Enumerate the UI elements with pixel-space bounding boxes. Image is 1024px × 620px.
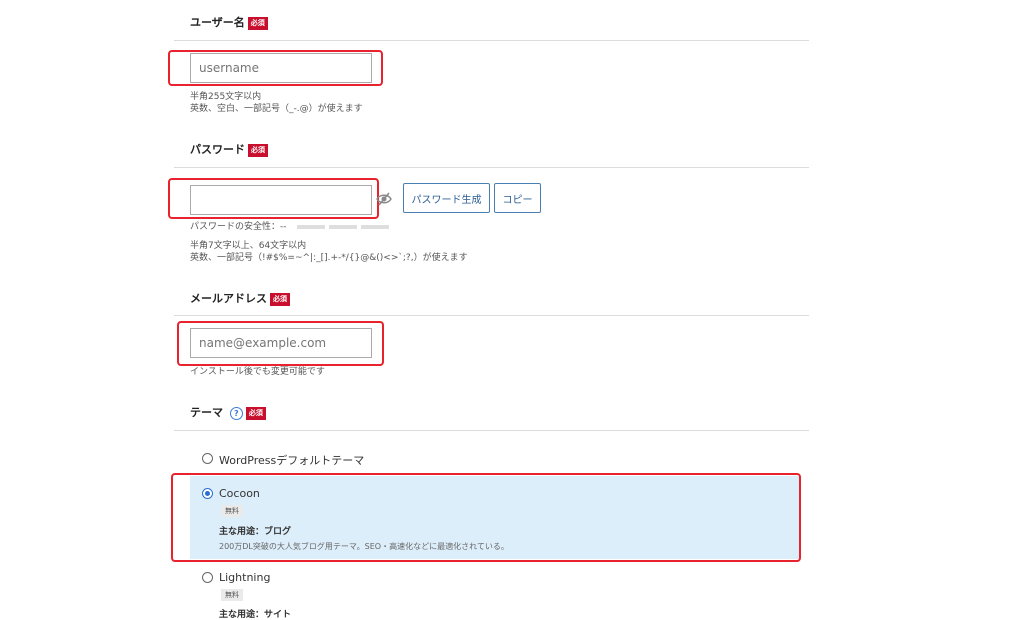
- theme-radio-cocoon[interactable]: [202, 488, 213, 499]
- divider: [174, 430, 809, 431]
- strength-bar: [297, 225, 325, 229]
- theme-use: 主な用途：ブログ: [219, 527, 292, 537]
- theme-option-label[interactable]: Lightning: [219, 571, 270, 584]
- price-tag: 無料: [221, 589, 243, 601]
- copy-button[interactable]: コピー: [494, 183, 541, 213]
- help-icon[interactable]: ?: [229, 406, 243, 420]
- username-label: ユーザー名 必須: [190, 14, 268, 30]
- divider: [174, 40, 809, 41]
- theme-option-label[interactable]: Cocoon: [219, 487, 260, 500]
- divider: [174, 167, 809, 168]
- theme-description: 200万DL突破の大人気ブログ用テーマ。SEO・高速化などに最適化されている。: [219, 542, 509, 551]
- password-label: パスワード 必須: [190, 141, 268, 157]
- required-badge: 必須: [245, 406, 266, 420]
- username-highlight: [168, 50, 383, 86]
- strength-bar: [361, 225, 389, 229]
- password-strength-text: パスワードの安全性：--: [190, 222, 287, 232]
- strength-bar: [329, 225, 357, 229]
- theme-option-label[interactable]: WordPressデフォルトテーマ: [219, 452, 364, 468]
- username-help: 半角255文字以内 英数、空白、一部記号（_-.@）が使えます: [190, 92, 363, 114]
- email-highlight: [177, 321, 384, 366]
- eye-slash-icon[interactable]: [376, 191, 392, 211]
- email-help: インストール後でも変更可能です: [190, 367, 325, 377]
- theme-radio-lightning[interactable]: [202, 572, 213, 583]
- theme-use: 主な用途：サイト: [219, 610, 292, 620]
- password-help: 半角7文字以上、64文字以内 英数、一部記号（!#$%=~^|:_[].+-*/…: [190, 241, 468, 263]
- password-highlight: [168, 178, 379, 219]
- theme-label: テーマ ? 必須: [190, 404, 266, 420]
- required-badge: 必須: [248, 143, 268, 157]
- required-badge: 必須: [247, 16, 268, 30]
- price-tag: 無料: [221, 505, 243, 517]
- divider: [174, 315, 809, 316]
- required-badge: 必須: [270, 292, 290, 306]
- email-label: メールアドレス 必須: [190, 290, 290, 306]
- generate-password-button[interactable]: パスワード生成: [403, 183, 490, 213]
- theme-radio-wordpress[interactable]: [202, 453, 213, 464]
